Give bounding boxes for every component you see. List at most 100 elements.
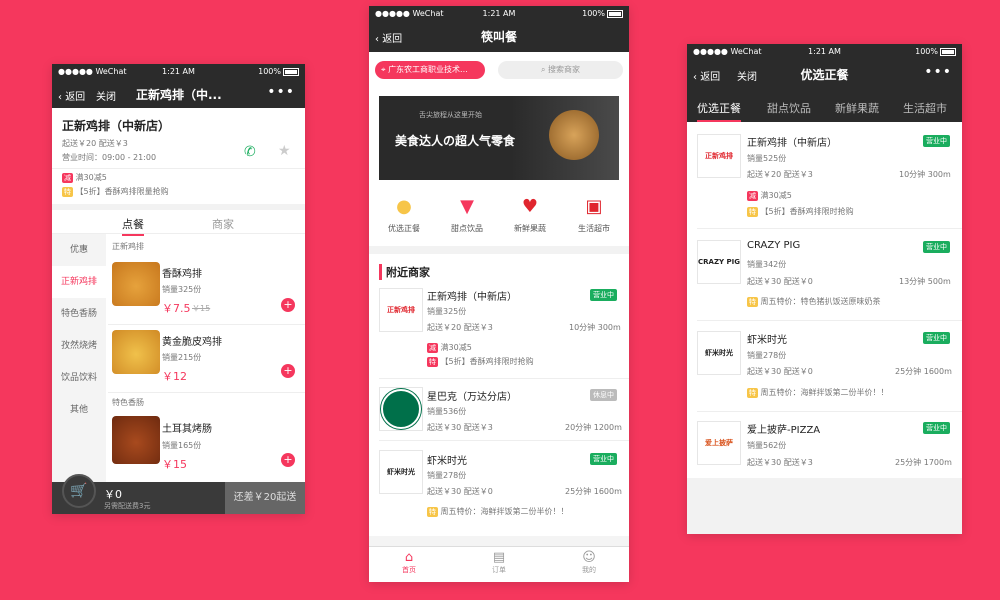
food-image — [112, 262, 160, 306]
tab-home[interactable]: ⌂ 首页 — [389, 550, 429, 575]
add-item-button[interactable]: + — [281, 453, 295, 467]
category-fruit[interactable]: ♥ 新鲜果蔬 — [505, 196, 555, 234]
user-icon: ☺ — [582, 550, 596, 565]
shop-name[interactable]: 星巴克（万达分店） — [427, 388, 517, 403]
shop-distance: 1700m — [923, 458, 952, 467]
tab-merchant[interactable]: 商家 — [212, 216, 234, 232]
shop-fee: 起送￥20 配送￥3 — [427, 323, 493, 332]
status-bar: ●●●●● WeChat 1:21 AM 100% — [369, 6, 629, 22]
status-badge: 营业中 — [923, 135, 950, 147]
category-main-meal[interactable]: ● 优选正餐 — [379, 196, 429, 234]
special-tag: 特 — [427, 507, 438, 517]
shop-time: 20分钟 — [565, 423, 592, 432]
location-selector[interactable]: ⌖ 广东农工商职业技术... — [375, 61, 485, 79]
more-icon[interactable]: ••• — [924, 64, 952, 80]
tab-dessert[interactable]: 甜点饮品 — [767, 100, 811, 116]
shop-name[interactable]: CRAZY PIG — [747, 240, 800, 251]
shop-sales: 销量525份 — [747, 154, 787, 163]
shop-logo: CRAZY PIG — [697, 240, 741, 284]
shop-distance: 1600m — [923, 367, 952, 376]
status-badge: 营业中 — [590, 453, 617, 465]
add-item-button[interactable]: + — [281, 298, 295, 312]
category-item[interactable]: 其他 — [52, 394, 106, 426]
cocktail-icon: ▼ — [460, 196, 474, 217]
shop-name[interactable]: 虾米时光 — [747, 331, 787, 346]
shop-fee: 起送￥20 配送￥3 — [747, 170, 813, 179]
close-button[interactable]: 关闭 — [96, 88, 116, 103]
item-sales: 销量325份 — [162, 285, 202, 294]
tab-profile[interactable]: ☺ 我的 — [569, 550, 609, 575]
category-item[interactable]: 孜然烧烤 — [52, 330, 106, 362]
category-item[interactable]: 特色香肠 — [52, 298, 106, 330]
strawberry-icon: ♥ — [521, 196, 539, 217]
status-badge: 营业中 — [590, 289, 617, 301]
phone-icon[interactable]: ✆ — [244, 144, 256, 160]
tab-orders[interactable]: ▤ 订单 — [479, 550, 519, 575]
shop-sales: 销量562份 — [747, 441, 787, 450]
bowl-icon: ● — [396, 196, 412, 217]
shop-sales: 销量325份 — [427, 307, 467, 316]
status-bar: ●●●●● WeChat 1:21 AM 100% — [687, 44, 962, 60]
shop-sales: 销量536份 — [427, 407, 467, 416]
search-input[interactable]: ⌕ 搜索商家 — [498, 61, 623, 79]
shop-name[interactable]: 正新鸡排（中新店） — [747, 134, 837, 149]
status-bar: ●●●●● WeChat 1:21 AM 100% — [52, 64, 305, 80]
tab-fruit[interactable]: 新鲜果蔬 — [835, 100, 879, 116]
category-tabs: 优选正餐 甜点饮品 新鲜果蔬 生活超市 — [687, 90, 962, 122]
order-icon: ▤ — [492, 550, 506, 565]
category-item-active[interactable]: 正新鸡排 — [52, 266, 106, 298]
section-header: 正新鸡排 — [112, 242, 144, 251]
more-icon[interactable]: ••• — [267, 84, 295, 100]
item-price: ￥15 — [162, 458, 187, 471]
battery-text: 100% — [582, 9, 605, 18]
status-badge: 营业中 — [923, 332, 950, 344]
battery-icon — [283, 67, 299, 76]
back-button[interactable]: ‹ 返回 — [58, 88, 85, 103]
item-price: ￥12 — [162, 370, 187, 383]
page-title: 优选正餐 — [800, 68, 849, 82]
category-item[interactable]: 优惠 — [52, 234, 106, 266]
phone-shop-menu: ●●●●● WeChat 1:21 AM 100% ‹ 返回 关闭 正新鸡排（中… — [52, 64, 305, 514]
item-name: 香酥鸡排 — [162, 269, 202, 280]
basket-icon: ▣ — [585, 196, 603, 217]
star-icon[interactable]: ★ — [278, 143, 291, 159]
shop-fee: 起送￥30 配送￥3 — [427, 423, 493, 432]
shop-logo: 正新鸡排 — [697, 134, 741, 178]
category-market[interactable]: ▣ 生活超市 — [569, 196, 619, 234]
cart-bar: 🛒 ￥0 另需配送费3元 还差￥20起送 — [52, 474, 305, 514]
add-item-button[interactable]: + — [281, 364, 295, 378]
checkout-button[interactable]: 还差￥20起送 — [225, 482, 305, 514]
shop-fee: 起送￥30 配送￥0 — [747, 277, 813, 286]
promo-tag: 减 — [62, 173, 73, 183]
shop-sales: 销量278份 — [747, 351, 787, 360]
shop-name[interactable]: 虾米时光 — [427, 452, 467, 467]
shop-distance: 1600m — [593, 487, 622, 496]
special-text: 【5折】香酥鸡排限时抢购 — [440, 357, 534, 366]
promo-tag: 减 — [427, 343, 438, 353]
phone-home: ●●●●● WeChat 1:21 AM 100% ‹ 返回 筷叫餐 ⌖ 广东农… — [369, 6, 629, 582]
food-image — [112, 416, 160, 464]
banner-title: 美食达人の超人气零食 — [395, 134, 516, 148]
category-item[interactable]: 饮品饮料 — [52, 362, 106, 394]
shop-time: 25分钟 — [895, 458, 922, 467]
food-image — [112, 330, 160, 374]
page-title: 正新鸡排（中... — [136, 88, 222, 102]
cart-icon[interactable]: 🛒 — [62, 474, 96, 508]
shop-time: 10分钟 — [899, 170, 926, 179]
tab-market[interactable]: 生活超市 — [903, 100, 947, 116]
item-sales: 销量215份 — [162, 353, 202, 362]
tab-main-meal[interactable]: 优选正餐 — [697, 100, 741, 122]
shop-distance: 300m — [927, 170, 951, 179]
shop-name[interactable]: 正新鸡排（中新店） — [427, 288, 517, 303]
status-badge: 营业中 — [923, 422, 950, 434]
shop-name[interactable]: 爱上披萨-PIZZA — [747, 421, 820, 436]
phone-category-list: ●●●●● WeChat 1:21 AM 100% ‹ 返回 关闭 优选正餐 •… — [687, 44, 962, 534]
category-dessert[interactable]: ▼ 甜点饮品 — [442, 196, 492, 234]
special-tag: 特 — [747, 207, 758, 217]
home-icon: ⌂ — [404, 550, 414, 565]
special-tag: 特 — [62, 187, 73, 197]
shop-logo: 正新鸡排 — [379, 288, 423, 332]
promo-banner[interactable]: 舌尖旅程从这里开始 美食达人の超人气零食 — [379, 96, 619, 180]
special-tag: 特 — [747, 388, 758, 398]
promo-text: 满30减5 — [440, 343, 472, 352]
